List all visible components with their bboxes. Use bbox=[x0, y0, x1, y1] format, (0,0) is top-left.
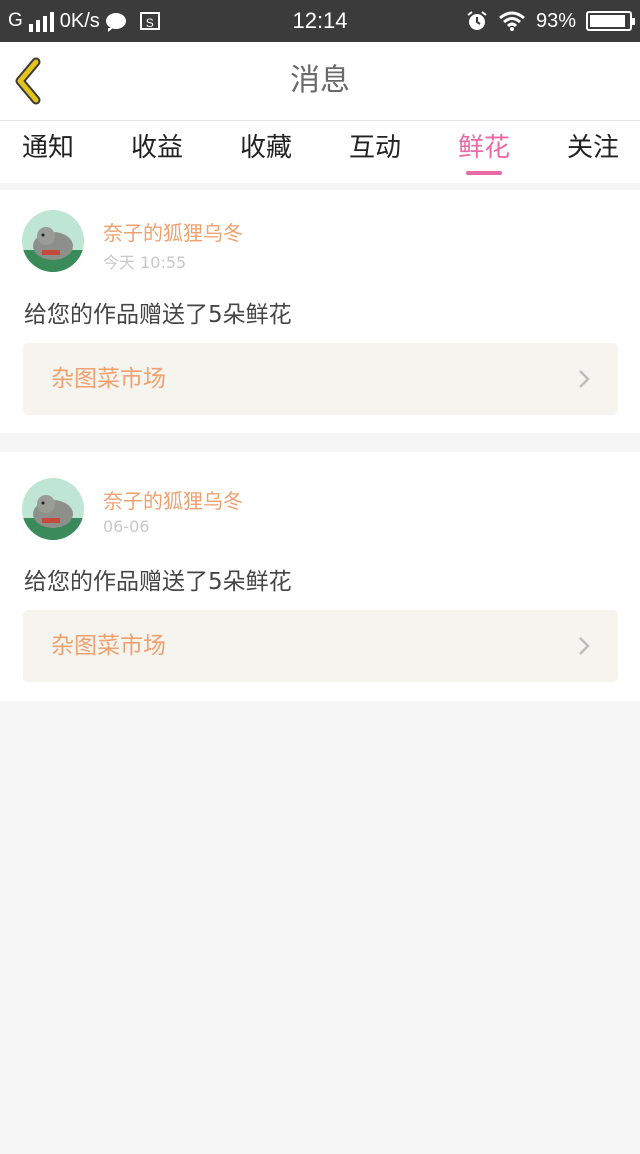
message-time: 今天 10:55 bbox=[103, 253, 187, 272]
page-title: 消息 bbox=[290, 63, 350, 98]
tab-interactions[interactable]: 互动 bbox=[335, 121, 415, 183]
avatar-image bbox=[22, 210, 84, 272]
wifi-icon bbox=[499, 11, 525, 31]
battery-icon bbox=[586, 11, 635, 31]
work-link-label: 杂图菜市场 bbox=[51, 366, 166, 392]
avatar[interactable] bbox=[22, 210, 84, 272]
message-card: 奈子的狐狸乌冬 06-06 给您的作品赠送了5朵鲜花 杂图菜市场 bbox=[0, 452, 640, 701]
tab-favorites[interactable]: 收藏 bbox=[226, 121, 306, 183]
avatar[interactable] bbox=[22, 478, 84, 540]
tab-bar: 通知 收益 收藏 互动 鲜花 关注 bbox=[0, 121, 640, 183]
active-tab-indicator bbox=[466, 171, 502, 175]
work-link[interactable]: 杂图菜市场 bbox=[23, 610, 618, 682]
username[interactable]: 奈子的狐狸乌冬 bbox=[103, 217, 243, 246]
battery-percent: 93% bbox=[535, 9, 576, 32]
tab-earnings[interactable]: 收益 bbox=[117, 121, 197, 183]
status-right: 93% bbox=[466, 0, 635, 42]
work-link-label: 杂图菜市场 bbox=[51, 633, 166, 659]
tab-notifications[interactable]: 通知 bbox=[8, 121, 88, 183]
alarm-icon bbox=[467, 11, 487, 30]
message-time: 06-06 bbox=[103, 517, 150, 536]
message-card: 奈子的狐狸乌冬 今天 10:55 给您的作品赠送了5朵鲜花 杂图菜市场 bbox=[0, 190, 640, 433]
tab-follows[interactable]: 关注 bbox=[553, 121, 633, 183]
work-link[interactable]: 杂图菜市场 bbox=[23, 343, 618, 415]
message-text: 给您的作品赠送了5朵鲜花 bbox=[24, 569, 292, 595]
username[interactable]: 奈子的狐狸乌冬 bbox=[103, 485, 243, 514]
status-bar: G 0K/s S 12:14 93% bbox=[0, 0, 640, 42]
avatar-image bbox=[22, 478, 84, 540]
chevron-right-icon bbox=[579, 370, 590, 388]
chevron-right-icon bbox=[579, 637, 590, 655]
message-text: 给您的作品赠送了5朵鲜花 bbox=[24, 302, 292, 328]
app-header: 消息 bbox=[0, 42, 640, 121]
